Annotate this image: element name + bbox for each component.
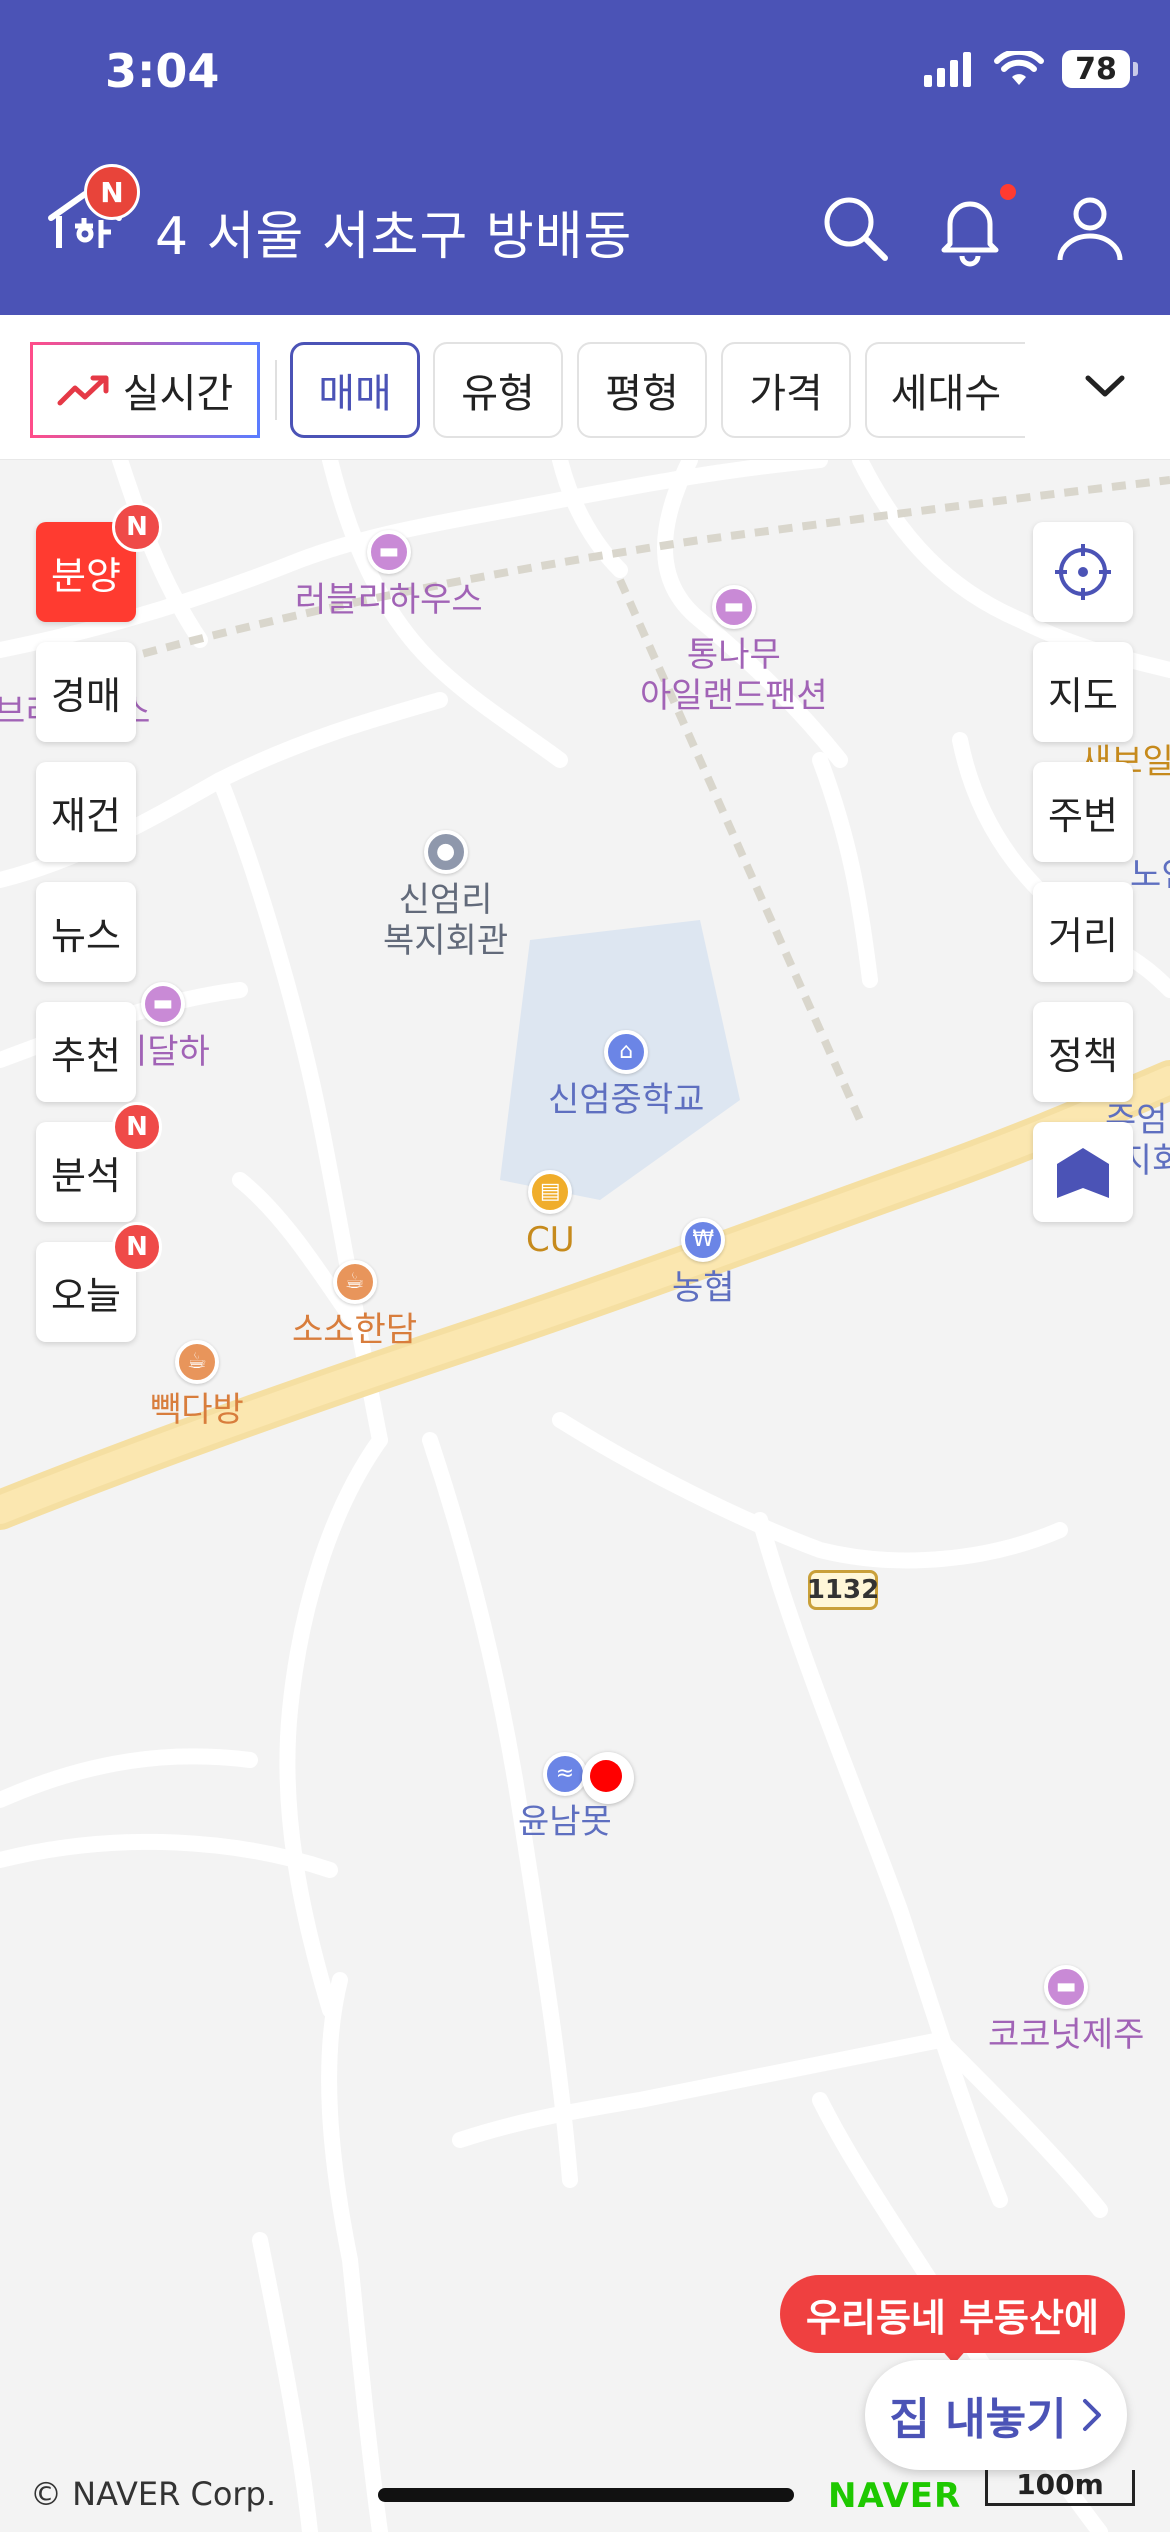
- distance-button[interactable]: 거리: [1033, 882, 1133, 982]
- lodging-icon: ▬: [1044, 1965, 1089, 2009]
- poi-edge-right-2[interactable]: 노인: [1130, 855, 1170, 896]
- chevron-right-icon: [1082, 2399, 1101, 2431]
- water-icon: ≈: [542, 1752, 587, 1796]
- menu-recommend[interactable]: 추천: [36, 1002, 136, 1102]
- filter-chip-trade[interactable]: 매매: [290, 342, 420, 438]
- user-icon[interactable]: [1050, 188, 1130, 268]
- crosshair-icon: [1055, 544, 1111, 600]
- current-location-dot: [590, 1760, 622, 1792]
- home-indicator[interactable]: [378, 2488, 794, 2502]
- policy-button[interactable]: 정책: [1033, 1002, 1133, 1102]
- lodging-icon: ▬: [366, 530, 411, 574]
- school-icon: ⌂: [604, 1030, 649, 1074]
- naver-logo: NAVER: [828, 2476, 962, 2516]
- poi-school[interactable]: ⌂ 신엄중학교: [548, 1030, 704, 1121]
- poi-label-1: 신엄리: [398, 880, 493, 920]
- header-row: N 4 서울 서초구 방배동: [0, 150, 1170, 270]
- poi-label: 소소한담: [292, 1310, 418, 1350]
- nearby-button[interactable]: 주변: [1033, 762, 1133, 862]
- list-my-home-button[interactable]: 집 내놓기: [865, 2360, 1127, 2470]
- poi-label: CU: [526, 1220, 575, 1260]
- analysis-new-badge: N: [112, 1102, 162, 1152]
- filter-chip-price[interactable]: 가격: [721, 342, 851, 438]
- presale-new-badge: N: [112, 502, 162, 552]
- lodging-icon: ▬: [711, 585, 756, 629]
- poi-label: 노인: [1130, 855, 1170, 895]
- status-time: 3:04: [105, 44, 220, 98]
- copyright-text: © NAVER Corp.: [30, 2475, 277, 2513]
- list-my-home-label: 집 내놓기: [889, 2394, 1067, 2445]
- logo-new-badge: N: [84, 164, 140, 220]
- today-new-badge: N: [112, 1222, 162, 1272]
- promo-bubble: 우리동네 부동산에: [780, 2275, 1125, 2353]
- filter-chip-type[interactable]: 유형: [433, 342, 563, 438]
- poi-label: 코코넛제주: [988, 2015, 1145, 2055]
- realtime-label: 실시간: [122, 371, 234, 417]
- poi-label: 농협: [672, 1268, 735, 1308]
- poi-ppaekdabang[interactable]: ☕ 빽다방: [150, 1340, 244, 1431]
- filter-chip-households[interactable]: 세대수: [865, 342, 1025, 438]
- poi-coconut-jeju[interactable]: ▬ 코코넛제주: [988, 1965, 1144, 2056]
- map-scale: 100m: [985, 2470, 1135, 2506]
- store-icon: ▤: [528, 1170, 573, 1214]
- poi-label: 러블리하우스: [295, 580, 483, 620]
- building-icon: ●: [423, 830, 468, 874]
- menu-news[interactable]: 뉴스: [36, 882, 136, 982]
- filter-chip-size[interactable]: 평형: [577, 342, 707, 438]
- poi-label: 신엄중학교: [548, 1080, 705, 1120]
- status-icons: 78: [924, 50, 1138, 88]
- poi-sosohandam[interactable]: ☕ 소소한담: [292, 1260, 417, 1351]
- search-icon[interactable]: [815, 188, 895, 268]
- lodging-icon: ▬: [140, 982, 185, 1026]
- current-location-marker: [582, 1752, 634, 1804]
- poi-label: 빽다방: [150, 1390, 244, 1430]
- bank-icon: ₩: [681, 1218, 726, 1262]
- bell-icon[interactable]: [930, 188, 1010, 268]
- filter-bar: 실시간 매매 유형 평형 가격 세대수: [0, 315, 1170, 460]
- school-district-button[interactable]: [1033, 1122, 1133, 1222]
- chevron-down-icon[interactable]: [1082, 363, 1128, 409]
- poi-label-2: 아일랜드팬션: [640, 675, 828, 716]
- map-view[interactable]: ▬ 러블리하우스 ▬ 통나무 아일랜드팬션 ● 신엄리 복지회관 ⌂ 신엄중학교…: [0, 460, 1170, 2532]
- menu-rebuild[interactable]: 재건: [36, 762, 136, 862]
- poi-tree-island[interactable]: ▬ 통나무 아일랜드팬션: [640, 585, 828, 717]
- poi-lovely-house[interactable]: ▬ 러블리하우스: [295, 530, 483, 621]
- poi-welfare-center[interactable]: ● 신엄리 복지회관: [383, 830, 508, 962]
- wifi-icon: [994, 51, 1044, 85]
- filter-divider: [275, 360, 277, 420]
- cafe-icon: ☕: [174, 1340, 219, 1384]
- menu-auction[interactable]: 경매: [36, 642, 136, 742]
- cafe-icon: ☕: [332, 1260, 377, 1304]
- trending-up-icon: [57, 375, 109, 406]
- school-flag-icon: [1057, 1148, 1109, 1198]
- notification-dot: [1000, 184, 1016, 200]
- app-header: 3:04 78 N 4 서울 서초구 방배동: [0, 0, 1170, 315]
- map-roads: [0, 460, 1170, 2532]
- my-location-button[interactable]: [1033, 522, 1133, 622]
- poi-cu[interactable]: ▤ CU: [526, 1170, 575, 1261]
- signal-icon: [924, 52, 971, 87]
- location-title[interactable]: 4 서울 서초구 방배동: [155, 194, 632, 269]
- poi-label-2: 복지회관: [383, 920, 509, 961]
- poi-label: 윤남못: [518, 1802, 612, 1842]
- poi-nonghyup[interactable]: ₩ 농협: [672, 1218, 735, 1309]
- route-number-badge: 1132: [807, 1570, 879, 1610]
- realtime-chip[interactable]: 실시간: [30, 342, 260, 438]
- poi-label-1: 통나무: [686, 635, 781, 675]
- map-type-button[interactable]: 지도: [1033, 642, 1133, 742]
- battery-indicator: 78: [1062, 50, 1138, 88]
